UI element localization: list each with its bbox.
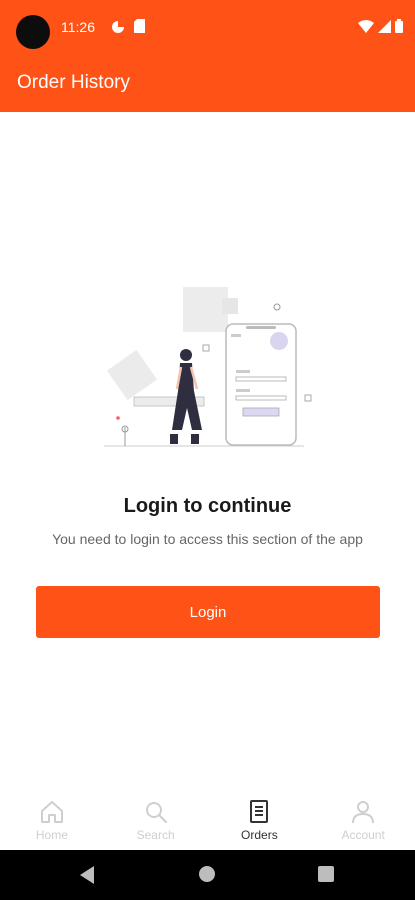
nav-label-search: Search — [136, 828, 175, 842]
nav-label-account: Account — [341, 828, 385, 842]
login-message: You need to login to access this section… — [52, 531, 363, 547]
search-icon — [142, 798, 170, 826]
nav-item-account[interactable]: Account — [311, 792, 415, 850]
status-bar: 11:26 — [0, 0, 415, 56]
data-saver-icon — [112, 21, 124, 33]
status-time: 11:26 — [61, 19, 95, 35]
recent-apps-icon[interactable] — [318, 866, 334, 882]
nav-label-home: Home — [35, 828, 68, 842]
main-content: Login to continue You need to login to a… — [0, 112, 415, 792]
orders-icon — [245, 798, 273, 826]
wifi-icon — [358, 19, 374, 33]
login-button[interactable]: Login — [36, 586, 380, 638]
camera-cutout — [16, 15, 50, 49]
bottom-navigation: Home Search Orders Account — [0, 792, 415, 850]
account-icon — [349, 798, 377, 826]
back-icon[interactable] — [78, 865, 96, 885]
system-navigation-bar — [0, 850, 415, 900]
nav-item-home[interactable]: Home — [0, 792, 104, 850]
login-illustration — [104, 287, 312, 447]
page-title: Order History — [17, 72, 130, 93]
battery-icon — [395, 19, 403, 33]
login-heading: Login to continue — [123, 495, 292, 517]
signal-icon — [378, 19, 391, 33]
sd-card-icon — [134, 19, 145, 33]
nav-label-orders: Orders — [241, 828, 278, 842]
home-icon — [38, 798, 66, 826]
nav-item-search[interactable]: Search — [104, 792, 208, 850]
nav-item-orders[interactable]: Orders — [208, 792, 312, 850]
app-bar: 11:26 Order History — [0, 0, 415, 112]
status-right-icons — [358, 19, 403, 33]
home-button-icon[interactable] — [199, 866, 215, 882]
